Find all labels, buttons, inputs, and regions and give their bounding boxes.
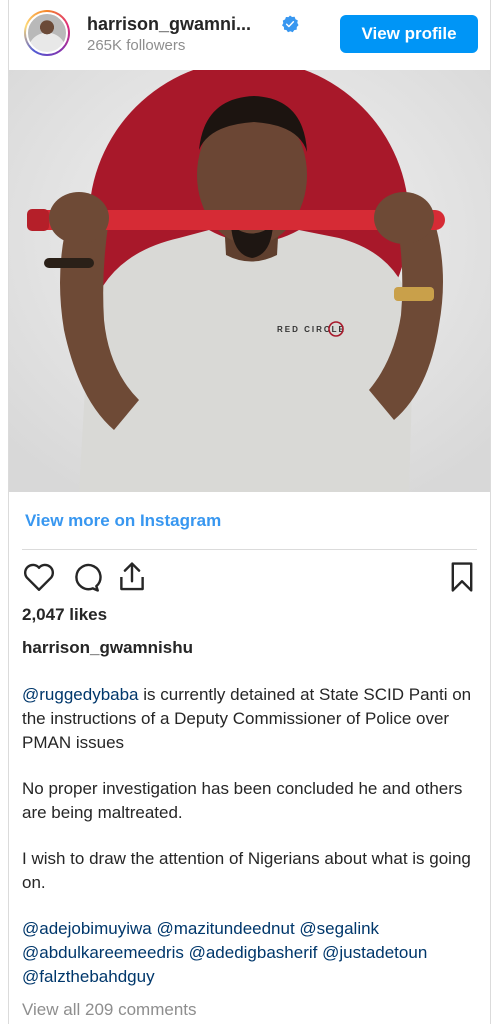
caption-paragraph-1: @ruggedybaba is currently detained at St… xyxy=(22,683,482,755)
caption-paragraph-2: No proper investigation has been conclud… xyxy=(22,779,463,822)
mention-link[interactable]: @falzthebahdguy xyxy=(22,967,155,986)
post-caption: @ruggedybaba is currently detained at St… xyxy=(22,683,482,989)
view-more-on-instagram-link[interactable]: View more on Instagram xyxy=(25,511,221,531)
shirt-logo-text: RED CIRCLE xyxy=(277,325,346,334)
avatar-photo xyxy=(26,12,68,54)
post-header: harrison_gwamni... 265K followers View p… xyxy=(9,0,490,70)
mention-link[interactable]: @abdulkareemeedris xyxy=(22,943,184,962)
comment-icon[interactable] xyxy=(68,560,102,594)
post-photo-illustration: RED CIRCLE xyxy=(9,70,490,492)
header-username[interactable]: harrison_gwamni... xyxy=(87,14,251,35)
caption-paragraph-3: I wish to draw the attention of Nigerian… xyxy=(22,849,471,892)
verified-badge-icon xyxy=(282,15,299,33)
mention-link[interactable]: @justadetoun xyxy=(322,943,427,962)
view-profile-button[interactable]: View profile xyxy=(340,15,478,53)
followers-count: 265K followers xyxy=(87,37,186,54)
mention-link[interactable]: @adedigbasherif xyxy=(189,943,318,962)
mention-link[interactable]: @adejobimuyiwa xyxy=(22,919,152,938)
caption-mentions: @adejobimuyiwa @mazitundeednut @segalink… xyxy=(22,917,482,989)
mention-link[interactable]: @segalink xyxy=(299,919,379,938)
likes-count[interactable]: 2,047 likes xyxy=(22,605,107,625)
avatar[interactable] xyxy=(24,10,70,56)
instagram-embed: harrison_gwamni... 265K followers View p… xyxy=(8,0,491,1024)
heart-icon[interactable] xyxy=(22,560,56,594)
divider xyxy=(22,549,477,550)
action-bar xyxy=(9,560,490,596)
post-username[interactable]: harrison_gwamnishu xyxy=(22,638,193,658)
mention-link[interactable]: @ruggedybaba xyxy=(22,685,139,704)
mention-link[interactable]: @mazitundeednut xyxy=(156,919,294,938)
post-image[interactable]: RED CIRCLE xyxy=(9,70,490,492)
view-all-comments-link[interactable]: View all 209 comments xyxy=(22,1000,197,1020)
share-icon[interactable] xyxy=(115,560,149,594)
bookmark-icon[interactable] xyxy=(445,560,479,594)
